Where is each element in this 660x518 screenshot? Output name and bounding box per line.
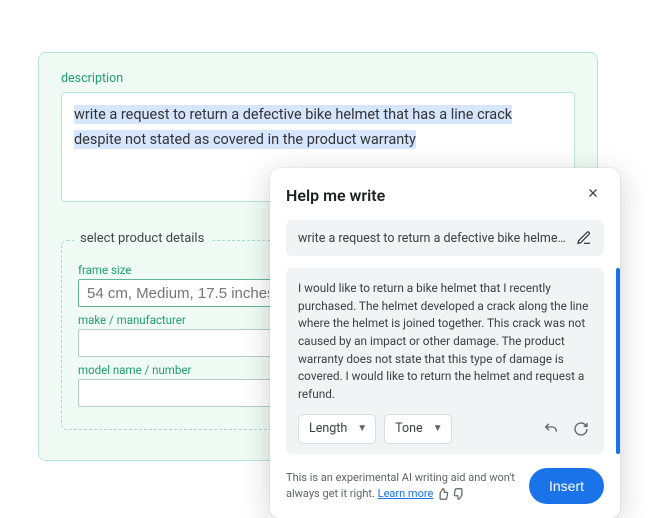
- model-input[interactable]: [78, 379, 278, 407]
- generated-text: I would like to return a bike helmet tha…: [298, 280, 592, 404]
- refresh-icon: [573, 421, 589, 437]
- make-input[interactable]: [78, 329, 278, 357]
- popover-header: Help me write: [286, 182, 604, 208]
- thumbs-up-icon[interactable]: [436, 487, 450, 501]
- popover-title: Help me write: [286, 186, 385, 205]
- accent-scrollbar[interactable]: [616, 268, 620, 454]
- chevron-down-icon: ▼: [357, 423, 367, 434]
- prompt-preview: write a request to return a defective bi…: [298, 231, 568, 246]
- close-icon: [586, 186, 600, 200]
- learn-more-link[interactable]: Learn more: [378, 487, 434, 500]
- regenerate-button[interactable]: [570, 418, 592, 440]
- undo-button[interactable]: [540, 418, 562, 440]
- edit-icon[interactable]: [576, 230, 592, 246]
- controls-row: Length ▼ Tone ▼: [298, 414, 592, 444]
- disclaimer-text: This is an experimental AI writing aid a…: [286, 470, 519, 501]
- description-text: write a request to return a defective bi…: [74, 105, 512, 149]
- tone-dropdown[interactable]: Tone ▼: [384, 414, 451, 444]
- frame-size-input[interactable]: [78, 279, 278, 307]
- undo-icon: [543, 421, 559, 437]
- popover-footer: This is an experimental AI writing aid a…: [286, 468, 604, 504]
- length-label: Length: [309, 421, 347, 436]
- help-me-write-popover: Help me write write a request to return …: [270, 168, 620, 518]
- tone-label: Tone: [395, 421, 423, 436]
- insert-button[interactable]: Insert: [529, 468, 604, 504]
- close-button[interactable]: [582, 182, 604, 208]
- generated-panel: I would like to return a bike helmet tha…: [286, 268, 604, 454]
- generation-body: I would like to return a bike helmet tha…: [286, 268, 604, 504]
- chevron-down-icon: ▼: [433, 423, 443, 434]
- fieldset-legend: select product details: [74, 231, 210, 246]
- description-label: description: [61, 71, 575, 86]
- prompt-row[interactable]: write a request to return a defective bi…: [286, 220, 604, 256]
- length-dropdown[interactable]: Length ▼: [298, 414, 376, 444]
- thumbs-down-icon[interactable]: [452, 487, 466, 501]
